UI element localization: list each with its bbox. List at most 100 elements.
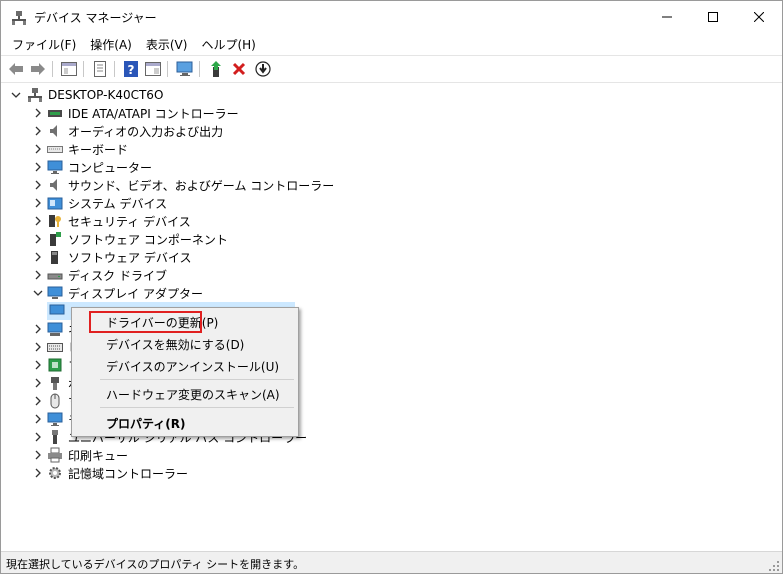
display-adapter-icon <box>47 286 63 299</box>
help-icon: ? <box>124 61 138 77</box>
uninstall-toolbar-button[interactable] <box>230 60 248 78</box>
menu-action[interactable]: 操作(A) <box>83 34 139 54</box>
action-pane-button[interactable] <box>144 60 162 78</box>
disk-drive-icon <box>47 273 63 280</box>
port-connector-icon <box>51 377 59 390</box>
menu-item-update-driver[interactable]: ドライバーの更新(P) <box>72 310 298 333</box>
resize-grip-icon[interactable] <box>768 560 780 572</box>
tree-root-label: DESKTOP-K40CT6O <box>48 88 164 102</box>
menu-separator <box>100 379 294 380</box>
menu-separator <box>100 407 294 408</box>
tree-view-icon <box>61 62 77 76</box>
properties-toolbar-button[interactable] <box>91 60 109 78</box>
menu-bar: ファイル(F) 操作(A) 表示(V) ヘルプ(H) <box>1 34 782 54</box>
status-text: 現在選択しているデバイスのプロパティ シートを開きます。 <box>6 558 305 571</box>
processor-chip-icon <box>48 358 62 372</box>
chevron-right-icon[interactable] <box>32 215 44 227</box>
mouse-icon <box>50 393 60 409</box>
tree-item-security-devices[interactable]: セキュリティ デバイス <box>35 212 191 230</box>
update-driver-icon <box>211 61 221 77</box>
hid-keyboard-icon <box>47 343 63 352</box>
properties-icon <box>94 61 106 77</box>
monitor-icon <box>47 160 63 174</box>
keyboard-icon <box>47 146 63 153</box>
tree-item-print-queues[interactable]: 印刷キュー <box>35 446 128 464</box>
tree-item-display-adapters[interactable]: ディスプレイ アダプター <box>33 284 203 302</box>
back-button[interactable] <box>7 60 25 78</box>
minimize-icon <box>662 16 672 18</box>
minimize-button[interactable] <box>644 1 690 33</box>
disable-toolbar-button[interactable] <box>254 60 272 78</box>
tree-item-ide[interactable]: IDE ATA/ATAPI コントローラー <box>35 104 239 122</box>
chevron-right-icon[interactable] <box>32 377 44 389</box>
key-device-icon <box>49 215 61 227</box>
speaker-icon <box>50 125 57 137</box>
forward-arrow-icon <box>31 63 45 75</box>
usb-connector-icon <box>52 430 58 444</box>
tree-root[interactable]: DESKTOP-K40CT6O <box>11 86 164 104</box>
chevron-right-icon[interactable] <box>32 395 44 407</box>
menu-view[interactable]: 表示(V) <box>139 34 195 54</box>
close-icon <box>754 12 764 22</box>
ide-controller-icon <box>48 110 62 117</box>
chevron-right-icon[interactable] <box>32 107 44 119</box>
chevron-down-icon[interactable] <box>10 89 22 101</box>
chevron-right-icon[interactable] <box>32 161 44 173</box>
tree-item-software-devices[interactable]: ソフトウェア デバイス <box>35 248 191 266</box>
chevron-right-icon[interactable] <box>32 413 44 425</box>
chevron-right-icon[interactable] <box>32 449 44 461</box>
uninstall-x-icon <box>232 62 246 76</box>
window-title: デバイス マネージャー <box>34 11 157 25</box>
display-adapter-icon <box>49 304 65 315</box>
speaker-icon <box>50 179 57 191</box>
computer-root-icon <box>28 88 42 102</box>
menu-item-scan-hardware[interactable]: ハードウェア変更のスキャン(A) <box>72 382 298 404</box>
chevron-right-icon[interactable] <box>32 359 44 371</box>
menu-file[interactable]: ファイル(F) <box>5 34 83 54</box>
chevron-down-icon[interactable] <box>32 287 44 299</box>
chevron-right-icon[interactable] <box>32 341 44 353</box>
help-toolbar-button[interactable]: ? <box>122 60 140 78</box>
chevron-right-icon[interactable] <box>32 467 44 479</box>
close-button[interactable] <box>736 1 782 33</box>
chevron-right-icon[interactable] <box>32 143 44 155</box>
tree-item-storage-controllers[interactable]: 記憶域コントローラー <box>35 464 188 482</box>
chevron-right-icon[interactable] <box>32 197 44 209</box>
tree-item-computer[interactable]: コンピューター <box>35 158 152 176</box>
storage-gear-icon <box>49 467 61 479</box>
maximize-icon <box>708 12 718 22</box>
chevron-right-icon[interactable] <box>32 251 44 263</box>
toolbar: ? <box>1 55 782 83</box>
menu-help[interactable]: ヘルプ(H) <box>194 34 262 54</box>
chevron-right-icon[interactable] <box>32 269 44 281</box>
system-folder-icon <box>47 197 63 210</box>
menu-item-uninstall-device[interactable]: デバイスのアンインストール(U) <box>72 354 298 376</box>
printer-icon <box>48 447 62 463</box>
title-bar[interactable]: デバイス マネージャー <box>1 1 782 33</box>
scan-hardware-button[interactable] <box>176 60 194 78</box>
tree-item-audio-io[interactable]: オーディオの入力および出力 <box>35 122 223 140</box>
menu-item-properties[interactable]: プロパティ(R) <box>72 411 298 433</box>
monitor-scan-icon <box>176 61 193 76</box>
network-adapter-icon <box>47 322 63 336</box>
chevron-right-icon[interactable] <box>32 233 44 245</box>
tree-item-sound-video[interactable]: サウンド、ビデオ、およびゲーム コントローラー <box>35 176 334 194</box>
menu-item-disable-device[interactable]: デバイスを無効にする(D) <box>72 332 298 354</box>
software-component-icon <box>50 232 61 246</box>
tree-item-system-devices[interactable]: システム デバイス <box>35 194 167 212</box>
chevron-right-icon[interactable] <box>32 431 44 443</box>
tree-item-keyboard[interactable]: キーボード <box>35 140 128 158</box>
monitor-icon <box>47 412 63 426</box>
tree-item-software-components[interactable]: ソフトウェア コンポーネント <box>35 230 228 248</box>
show-hide-tree-button[interactable] <box>60 60 78 78</box>
chevron-right-icon[interactable] <box>32 125 44 137</box>
back-arrow-icon <box>9 63 23 75</box>
device-manager-window: デバイス マネージャー ファイル(F) 操作(A) 表示(V) ヘルプ(H) ?… <box>0 0 783 574</box>
status-bar: 現在選択しているデバイスのプロパティ シートを開きます。 <box>1 551 782 573</box>
tree-item-disk-drives[interactable]: ディスク ドライブ <box>35 266 167 284</box>
update-driver-toolbar-button[interactable] <box>208 60 226 78</box>
forward-button[interactable] <box>29 60 47 78</box>
chevron-right-icon[interactable] <box>32 179 44 191</box>
chevron-right-icon[interactable] <box>32 323 44 335</box>
maximize-button[interactable] <box>690 1 736 33</box>
